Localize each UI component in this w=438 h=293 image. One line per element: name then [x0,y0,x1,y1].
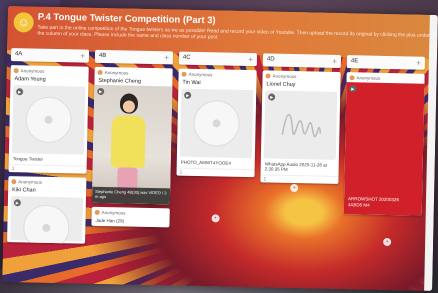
plus-icon[interactable]: + [80,52,85,61]
disc-icon [22,204,70,244]
add-comment-icon[interactable]: + [211,214,220,223]
avatar [349,74,355,80]
post-title: Adam Yeung [14,76,46,83]
disc-icon [25,96,73,144]
comment-count: 1 [11,165,15,172]
post-title: Jade Han (29) [95,217,125,224]
column-4d: 4D + Anonymous Lionel Chuy ▶ WhatsApp Au… [260,53,342,193]
plus-icon[interactable]: + [416,59,421,68]
post-footer: 1 [8,164,87,174]
post-title: Kiki Chan [12,187,36,194]
avatar [97,69,103,75]
image-attachment[interactable]: ▶ ARROWSHOT 20200326 4ABD5 M4 [343,82,425,216]
play-icon[interactable]: ▶ [97,87,105,96]
post-footer: 1 [260,174,339,184]
post-title: Tin Wai [182,79,201,87]
column-title: 4D [266,56,275,63]
video-thumbnail[interactable]: ▶ Stephanie Cheng 4B(30).wav VIDEO / 3 m… [91,84,173,205]
column-4b: 4B + Anonymous Stephanie Cheng ▶ Stephan… [91,49,174,228]
post-author: Anonymous [104,69,129,76]
add-comment-icon[interactable]: + [383,237,392,247]
post-card[interactable]: Anonymous Jade Han (29) [91,206,170,228]
column-header: 4B + [94,49,174,65]
post-card[interactable]: Anonymous Tin Wai ▶ PHOTO_AMWT4YOOE4 1 [176,68,257,178]
play-icon[interactable]: ▶ [16,88,24,96]
board-columns: 4A + Anonymous Adam Yeung ▶ Tongue Twist… [6,48,438,291]
avatar [13,67,19,73]
avatar [11,178,17,184]
post-title: Lionel Chuy [266,81,296,89]
audio-attachment[interactable]: ▶ [179,88,254,159]
attachment-caption: Stephanie Cheng 4B(30).wav VIDEO / 3 m a… [91,186,171,205]
avatar [181,71,187,77]
post-footer: 1 [176,167,255,178]
column-header: 4E + [346,55,426,70]
play-icon[interactable]: ▶ [184,91,192,99]
padlet-board: ☺ P.4 Tongue Twister Competition (Part 3… [2,6,438,291]
plus-icon[interactable]: + [248,55,253,64]
post-card[interactable]: Anonymous Stephanie Cheng ▶ Stephanie Ch… [91,66,173,205]
column-header: 4D + [262,53,342,68]
column-title: 4B [98,52,107,60]
post-author: Anonymous [101,209,126,216]
post-author: Anonymous [356,74,381,81]
column-4a: 4A + Anonymous Adam Yeung ▶ Tongue Twist… [7,48,90,244]
comment-count: 1 [179,169,183,176]
disc-icon [193,99,241,147]
attachment-caption: ARROWSHOT 20200326 4ABD5 M4 [347,196,400,208]
column-title: 4C [182,54,191,61]
play-icon[interactable]: ▶ [13,199,21,207]
post-author: Anonymous [272,73,297,79]
post-author: Anonymous [18,178,43,185]
column-4e: 4E + Anonymous ▶ ARROWSHOT 20200326 4ABD… [343,55,426,247]
plus-icon[interactable]: + [164,53,169,62]
play-icon[interactable]: ▶ [268,93,276,101]
audio-attachment[interactable]: ▶ [10,196,84,244]
post-card[interactable]: Anonymous Kiki Chan ▶ [7,176,87,244]
avatar [265,72,271,79]
post-card[interactable]: Anonymous Adam Yeung ▶ Tongue Twister 1 [8,65,89,174]
smiley-icon: ☺ [13,12,34,33]
add-comment-icon[interactable]: + [290,183,299,193]
column-title: 4E [350,58,359,65]
comment-count: 1 [263,175,267,182]
post-author: Anonymous [188,71,213,77]
post-card[interactable]: Anonymous ▶ ARROWSHOT 20200326 4ABD5 M4 [343,72,425,216]
plus-icon[interactable]: + [332,57,337,66]
audio-attachment[interactable]: ▶ [11,85,86,155]
column-4c: 4C + Anonymous Tin Wai ▶ PHOTO_AMWT4YOOE… [176,51,258,223]
post-card[interactable]: Anonymous Lionel Chuy ▶ WhatsApp Audio 2… [260,70,341,184]
avatar [94,209,100,215]
post-author: Anonymous [20,67,45,74]
waveform-icon [281,113,322,138]
column-title: 4A [14,51,23,58]
column-header: 4A + [10,48,90,63]
audio-attachment[interactable]: ▶ [263,90,338,160]
play-icon[interactable]: ▶ [349,85,357,93]
column-header: 4C + [178,51,258,67]
